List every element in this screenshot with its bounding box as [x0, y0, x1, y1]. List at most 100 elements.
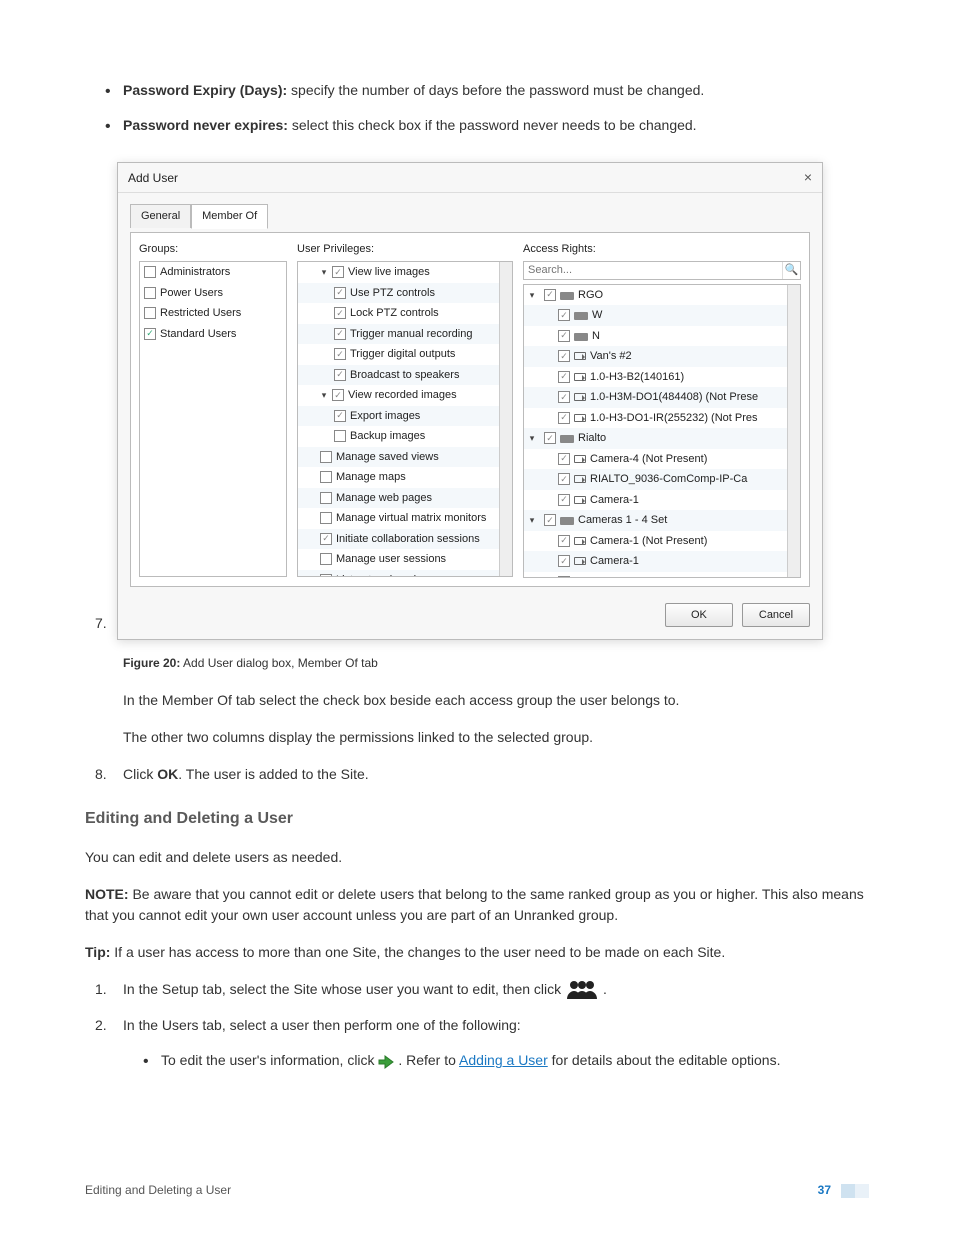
checkbox-icon[interactable] — [558, 535, 570, 547]
privileges-header: User Privileges: — [297, 241, 513, 258]
camera-icon — [574, 496, 586, 504]
dialog-title: Add User — [128, 169, 178, 187]
checkbox-icon[interactable] — [558, 555, 570, 567]
caret-icon[interactable] — [528, 287, 536, 304]
tab-member-of[interactable]: Member Of — [191, 204, 268, 229]
caret-icon[interactable] — [528, 512, 536, 529]
privilege-item[interactable]: View live images — [298, 262, 512, 283]
rights-item[interactable]: Cameras 1 - 4 Set — [524, 510, 800, 531]
checkbox-icon[interactable] — [558, 473, 570, 485]
tab-general[interactable]: General — [130, 204, 191, 228]
rights-item[interactable]: Camera-4 (Not Present) — [524, 449, 800, 470]
rights-item[interactable]: 1.0-H3-B2(140161) — [524, 367, 800, 388]
checkbox-icon[interactable] — [334, 410, 346, 422]
checkbox-icon[interactable] — [558, 391, 570, 403]
checkbox-icon[interactable] — [320, 451, 332, 463]
checkbox-icon[interactable] — [544, 432, 556, 444]
privilege-item[interactable]: View recorded images — [298, 385, 512, 406]
server-icon — [560, 517, 574, 525]
group-item[interactable]: Restricted Users — [140, 303, 286, 324]
rights-item[interactable]: 1.0-H3-DO1-IR(255232) (Not Pres — [524, 408, 800, 429]
rights-item[interactable]: 1.0-H3M-DO1(484408) (Not Prese — [524, 387, 800, 408]
rights-listbox[interactable]: RGOWNVan's #21.0-H3-B2(140161)1.0-H3M-DO… — [523, 284, 801, 578]
rights-item[interactable]: Camera-1 (Not Present) — [524, 531, 800, 552]
checkbox-icon[interactable] — [320, 574, 332, 577]
checkbox-icon[interactable] — [320, 553, 332, 565]
checkbox-icon[interactable] — [320, 533, 332, 545]
checkbox-icon[interactable] — [558, 494, 570, 506]
checkbox-icon[interactable] — [558, 330, 570, 342]
privilege-item[interactable]: Manage saved views — [298, 447, 512, 468]
rights-item[interactable]: RIALTO_9036-ComComp-IP-Ca — [524, 469, 800, 490]
checkbox-icon[interactable] — [332, 266, 344, 278]
rights-item[interactable]: RGO — [524, 285, 800, 306]
para-member-of: In the Member Of tab select the check bo… — [123, 690, 869, 711]
privilege-item[interactable]: Backup images — [298, 426, 512, 447]
rights-item[interactable]: Camera-1 — [524, 551, 800, 572]
privilege-item[interactable]: Manage virtual matrix monitors — [298, 508, 512, 529]
search-icon[interactable]: 🔍 — [782, 262, 800, 279]
privilege-item[interactable]: Export images — [298, 406, 512, 427]
checkbox-icon[interactable] — [544, 289, 556, 301]
adding-user-link[interactable]: Adding a User — [459, 1052, 548, 1068]
privilege-item[interactable]: Use PTZ controls — [298, 283, 512, 304]
checkbox-icon[interactable] — [334, 348, 346, 360]
group-item[interactable]: Standard Users — [140, 324, 286, 345]
checkbox-icon[interactable] — [558, 453, 570, 465]
checkbox-icon[interactable] — [334, 430, 346, 442]
camera-icon — [574, 537, 586, 545]
checkbox-icon[interactable] — [144, 266, 156, 278]
dialog-tabs: GeneralMember Of — [130, 203, 810, 228]
checkbox-icon[interactable] — [144, 328, 156, 340]
checkbox-icon[interactable] — [558, 350, 570, 362]
search-input[interactable]: 🔍 — [523, 261, 801, 280]
privilege-item[interactable]: Listen to microphones — [298, 570, 512, 578]
rights-item[interactable]: Camera-1 — [524, 572, 800, 578]
privilege-item[interactable]: Broadcast to speakers — [298, 365, 512, 386]
checkbox-icon[interactable] — [544, 514, 556, 526]
caret-icon[interactable] — [528, 430, 536, 447]
rights-item[interactable]: Camera-1 — [524, 490, 800, 511]
rights-item[interactable]: W — [524, 305, 800, 326]
checkbox-icon[interactable] — [334, 369, 346, 381]
figure-caption: Figure 20: Add User dialog box, Member O… — [123, 654, 869, 672]
privilege-item[interactable]: Trigger digital outputs — [298, 344, 512, 365]
footer-decoration — [841, 1184, 869, 1198]
tip-paragraph: Tip: If a user has access to more than o… — [85, 942, 869, 963]
checkbox-icon[interactable] — [334, 307, 346, 319]
group-item[interactable]: Power Users — [140, 283, 286, 304]
checkbox-icon[interactable] — [558, 576, 570, 578]
checkbox-icon[interactable] — [334, 328, 346, 340]
privilege-item[interactable]: Trigger manual recording — [298, 324, 512, 345]
privilege-item[interactable]: Lock PTZ controls — [298, 303, 512, 324]
privilege-item[interactable]: Manage web pages — [298, 488, 512, 509]
checkbox-icon[interactable] — [320, 471, 332, 483]
checkbox-icon[interactable] — [144, 307, 156, 319]
privilege-item[interactable]: Manage user sessions — [298, 549, 512, 570]
privilege-item[interactable]: Manage maps — [298, 467, 512, 488]
checkbox-icon[interactable] — [320, 512, 332, 524]
checkbox-icon[interactable] — [558, 371, 570, 383]
checkbox-icon[interactable] — [144, 287, 156, 299]
close-icon[interactable]: × — [804, 167, 812, 188]
caret-icon[interactable] — [320, 264, 328, 281]
caret-icon[interactable] — [320, 387, 328, 404]
checkbox-icon[interactable] — [320, 492, 332, 504]
rights-item[interactable]: Rialto — [524, 428, 800, 449]
section-heading: Editing and Deleting a User — [85, 807, 869, 831]
checkbox-icon[interactable] — [558, 309, 570, 321]
privilege-item[interactable]: Initiate collaboration sessions — [298, 529, 512, 550]
group-item[interactable]: Administrators — [140, 262, 286, 283]
camera-icon — [574, 455, 586, 463]
ok-button[interactable]: OK — [665, 603, 733, 628]
rights-item[interactable]: Van's #2 — [524, 346, 800, 367]
numbered-steps-7-8: 7. Add User × GeneralMember Of Groups: — [85, 156, 869, 640]
checkbox-icon[interactable] — [334, 287, 346, 299]
privileges-listbox[interactable]: View live imagesUse PTZ controlsLock PTZ… — [297, 261, 513, 577]
groups-listbox[interactable]: AdministratorsPower UsersRestricted User… — [139, 261, 287, 577]
rights-item[interactable]: N — [524, 326, 800, 347]
checkbox-icon[interactable] — [558, 412, 570, 424]
checkbox-icon[interactable] — [332, 389, 344, 401]
cancel-button[interactable]: Cancel — [742, 603, 810, 628]
camera-icon — [574, 373, 586, 381]
